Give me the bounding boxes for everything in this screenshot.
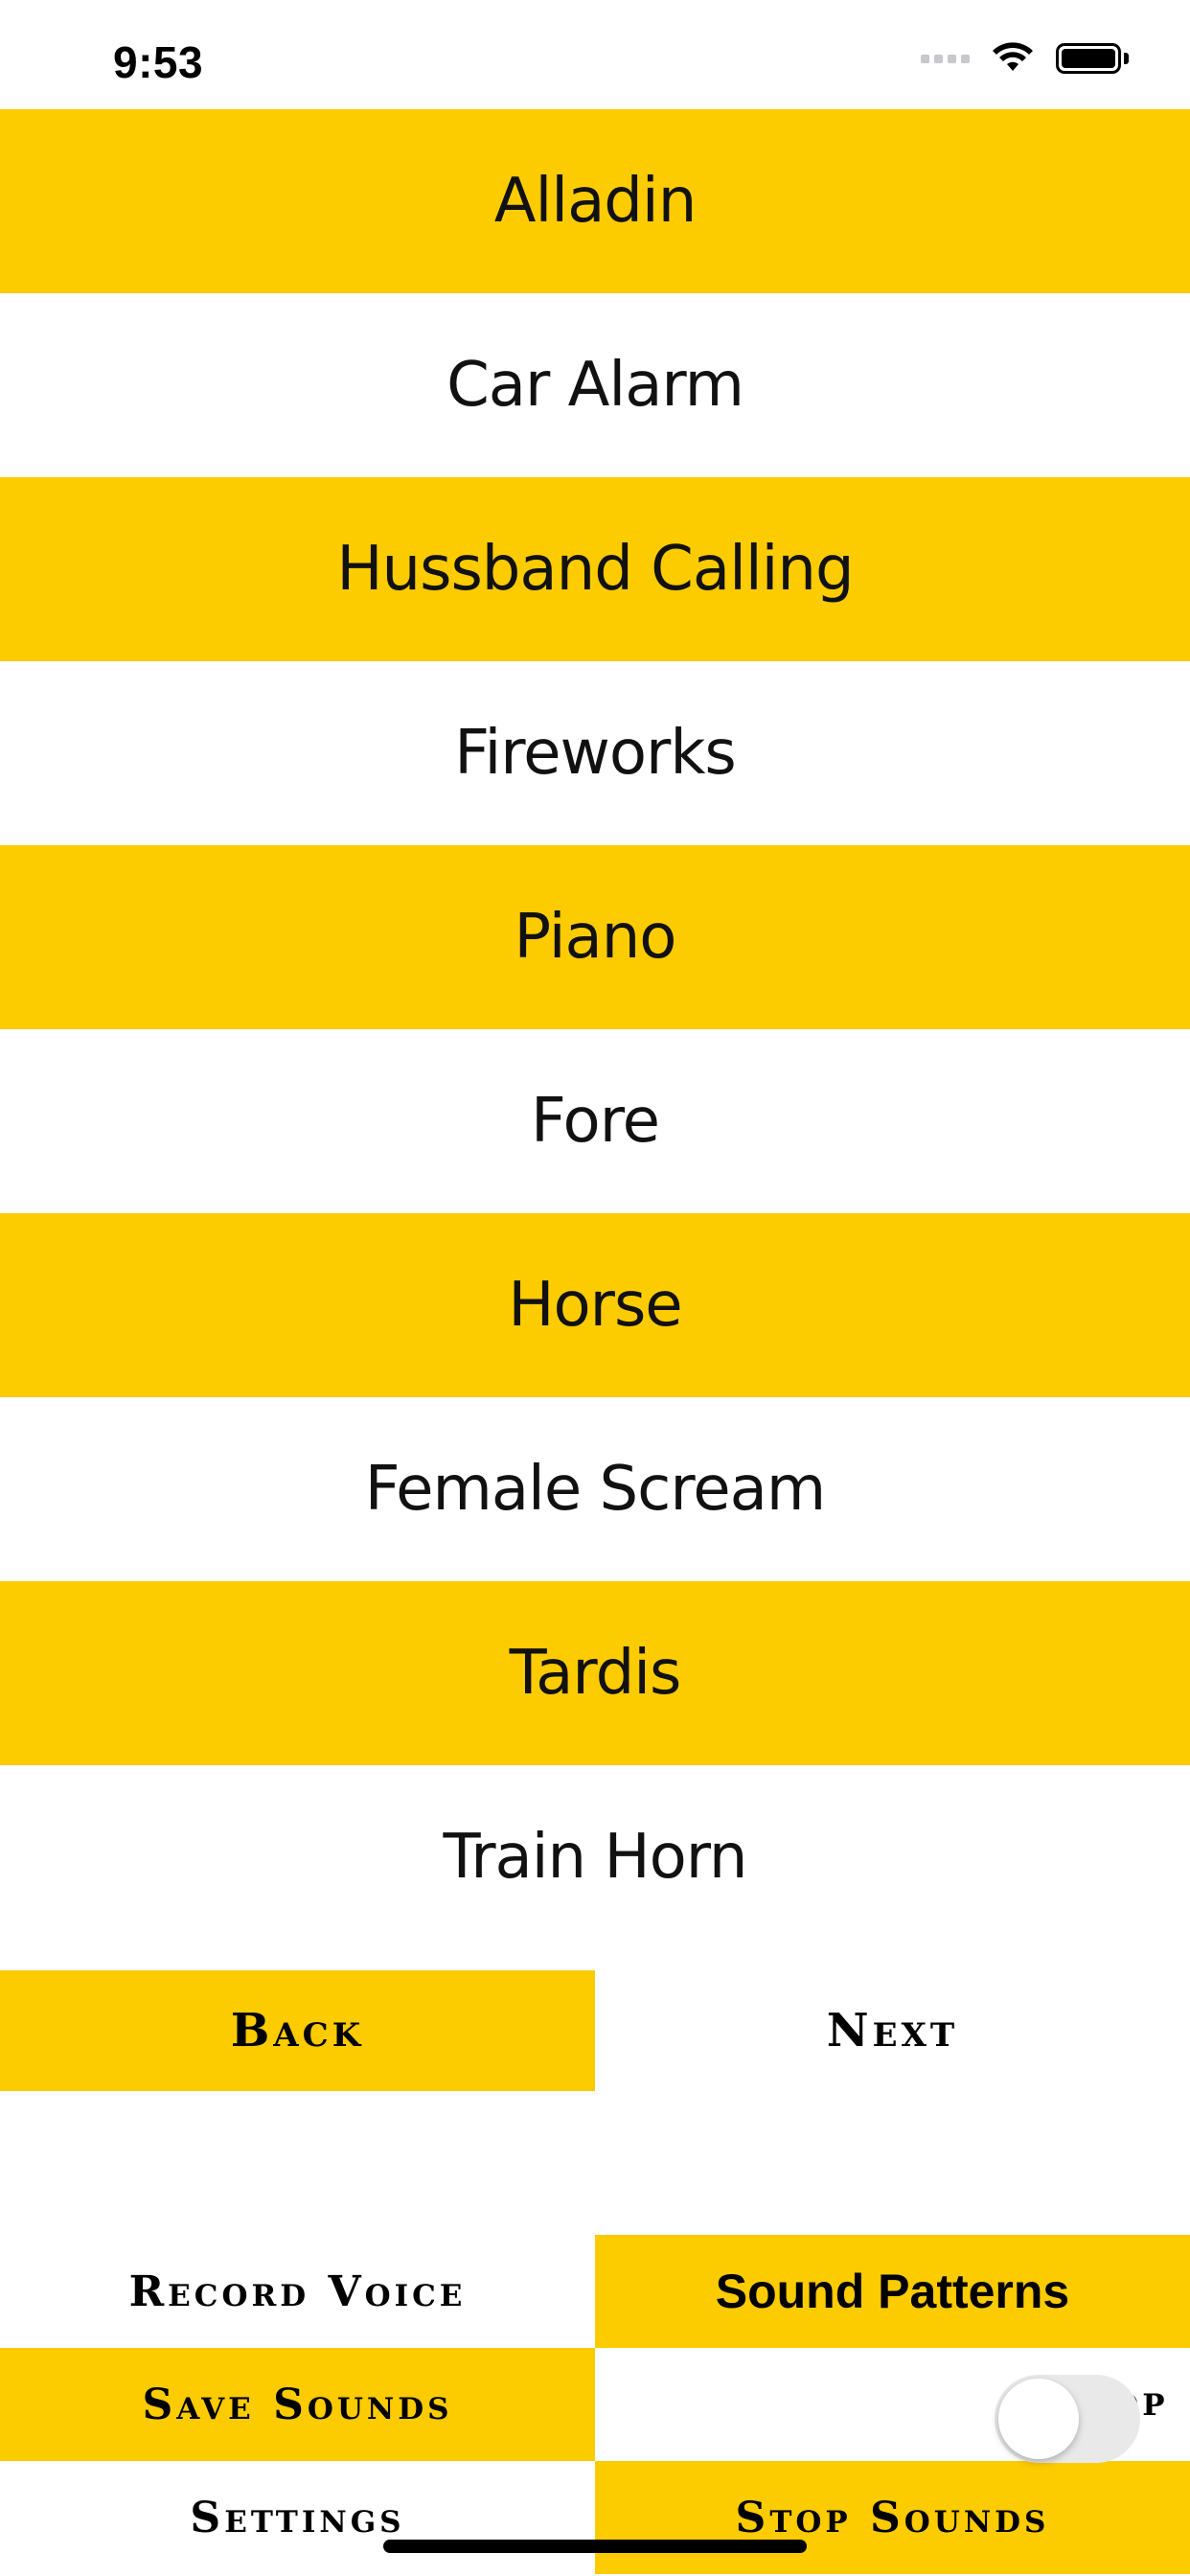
sound-button-car-alarm[interactable]: Car Alarm xyxy=(0,293,1190,477)
sound-button-piano[interactable]: Piano xyxy=(0,845,1190,1029)
save-sounds-button[interactable]: Save Sounds xyxy=(0,2348,595,2461)
next-button[interactable]: Next xyxy=(595,1970,1190,2091)
controls-row-2: Save Sounds Loop xyxy=(0,2348,1190,2463)
sound-button-fore[interactable]: Fore xyxy=(0,1029,1190,1213)
stop-sounds-button[interactable]: Stop Sounds xyxy=(595,2461,1190,2574)
sound-patterns-label: Sound Patterns xyxy=(715,2265,1070,2318)
status-bar: 9:53 xyxy=(0,0,1190,109)
sound-button-horse[interactable]: Horse xyxy=(0,1213,1190,1397)
status-icons xyxy=(921,42,1129,75)
battery-icon xyxy=(1056,43,1129,74)
sound-button-alladin[interactable]: Alladin xyxy=(0,109,1190,293)
wifi-icon xyxy=(993,42,1033,71)
sound-button-tardis[interactable]: Tardis xyxy=(0,1581,1190,1765)
loop-control: Loop xyxy=(595,2348,1190,2463)
sound-button-female-scream[interactable]: Female Scream xyxy=(0,1397,1190,1581)
status-time: 9:53 xyxy=(113,37,204,87)
record-voice-button[interactable]: Record Voice xyxy=(0,2235,595,2348)
home-indicator[interactable] xyxy=(383,2540,807,2553)
controls-panel: Record Voice Sound Patterns Save Sounds … xyxy=(0,2235,1190,2574)
cellular-signal-icon xyxy=(921,54,970,63)
toggle-knob xyxy=(998,2379,1079,2459)
sound-patterns-button[interactable]: Sound Patterns xyxy=(595,2235,1190,2348)
back-button[interactable]: Back xyxy=(0,1970,595,2091)
controls-row-1: Record Voice Sound Patterns xyxy=(0,2235,1190,2348)
pager: Back Next xyxy=(0,1970,1190,2091)
settings-button[interactable]: Settings xyxy=(0,2461,595,2574)
controls-row-3: Settings Stop Sounds xyxy=(0,2461,1190,2574)
sound-button-train-horn[interactable]: Train Horn xyxy=(0,1765,1190,1949)
sound-button-fireworks[interactable]: Fireworks xyxy=(0,661,1190,845)
sound-button-hussband-calling[interactable]: Hussband Calling xyxy=(0,477,1190,661)
loop-toggle[interactable] xyxy=(995,2375,1140,2463)
sound-list: Alladin Car Alarm Hussband Calling Firew… xyxy=(0,109,1190,1949)
